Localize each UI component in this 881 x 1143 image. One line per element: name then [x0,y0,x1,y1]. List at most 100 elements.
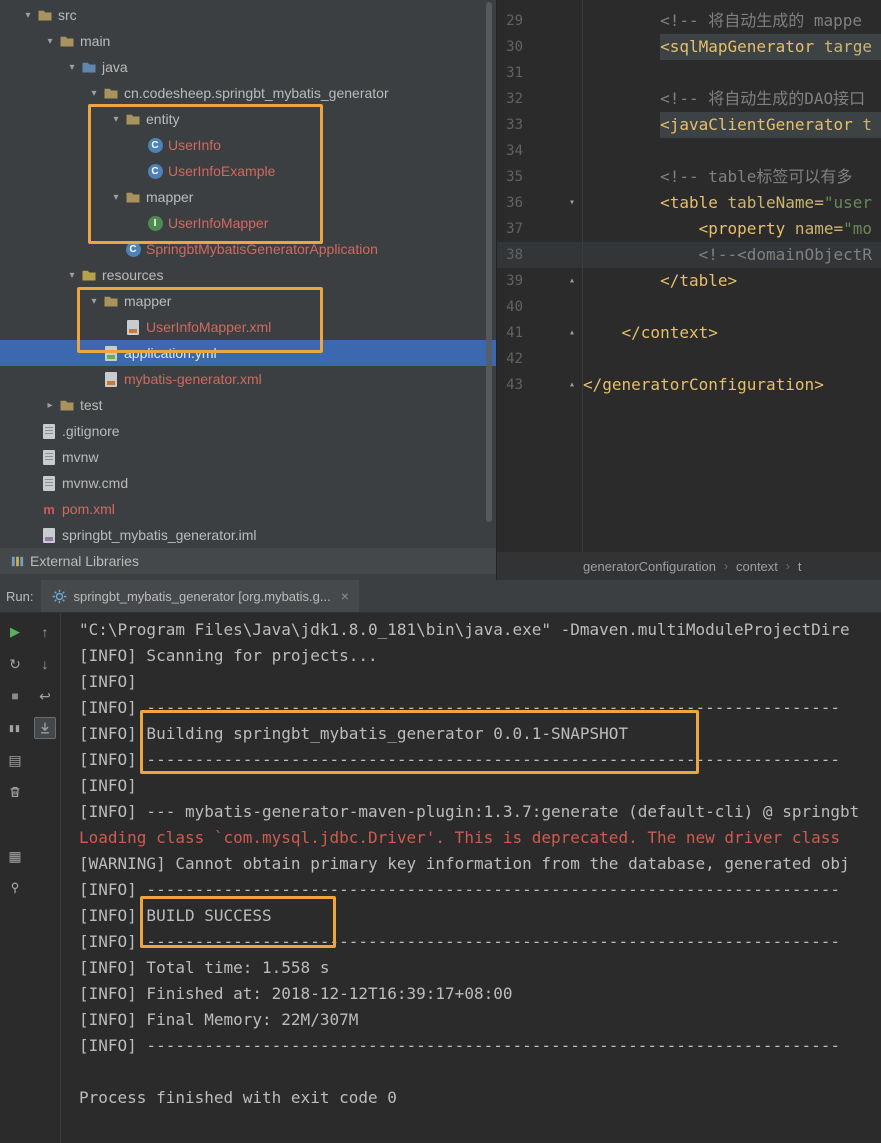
editor-line-34[interactable]: 34 [497,138,881,164]
code-text: <!-- 将自动生成的 mappe [660,8,881,34]
tree-item-userinfo[interactable]: C UserInfo [0,132,496,158]
resources-folder-icon [80,267,98,283]
tree-item-label: UserInfoExample [168,163,276,179]
console-output[interactable]: "C:\Program Files\Java\jdk1.8.0_181\bin\… [61,613,881,1143]
chevron-down-icon[interactable]: ▾ [86,88,102,99]
tree-item-userinfomapper[interactable]: I UserInfoMapper [0,210,496,236]
tree-item-label: entity [146,111,180,127]
tree-item-java[interactable]: ▾ java [0,54,496,80]
console-toolbar: ↑ ↓ ↩ [30,613,61,1143]
tree-item-resources[interactable]: ▾ resources [0,262,496,288]
chevron-down-icon[interactable]: ▾ [108,114,124,125]
editor-line-38[interactable]: 38 <!--<domainObjectR [497,242,881,268]
text-file-icon [40,423,58,439]
tree-item-gitignore[interactable]: .gitignore [0,418,496,444]
console-line-10: [WARNING] Cannot obtain primary key info… [79,854,850,873]
tree-item-mvnw-cmd[interactable]: mvnw.cmd [0,470,496,496]
tree-item-springbtmybatisgeneratorapplication[interactable]: C SpringbtMybatisGeneratorApplication [0,236,496,262]
tree-item-mapper[interactable]: ▾ mapper [0,288,496,314]
restore-layout-icon[interactable]: ▤ [4,749,26,771]
breadcrumb-item-generatorconfiguration[interactable]: generatorConfiguration [583,559,716,574]
editor-line-39[interactable]: 39 ▴ </table> [497,268,881,294]
code-token: "user [823,193,872,212]
tree-item-external-libraries[interactable]: External Libraries [0,548,496,574]
fold-gutter [523,60,583,86]
tree-item-entity[interactable]: ▾ entity [0,106,496,132]
fold-up-icon[interactable]: ▴ [523,320,583,346]
line-number: 42 [506,351,523,367]
tree-item-userinfomapper-xml[interactable]: UserInfoMapper.xml [0,314,496,340]
tree-item-pom-xml[interactable]: m pom.xml [0,496,496,522]
line-number: 31 [506,65,523,81]
chevron-down-icon[interactable]: ▾ [64,270,80,281]
chevron-down-icon[interactable]: ▾ [20,10,36,21]
class-icon: C [146,137,164,153]
console-line-5: [INFO] Building springbt_mybatis_generat… [79,724,629,743]
editor-line-32[interactable]: 32 <!-- 将自动生成的DAO接口 [497,86,881,112]
chevron-right-icon[interactable]: ▸ [42,400,58,411]
run-configuration-tab[interactable]: springbt_mybatis_generator [org.mybatis.… [41,580,359,612]
breadcrumb-item-t[interactable]: t [798,559,802,574]
tree-item-main[interactable]: ▾ main [0,28,496,54]
scroll-up-icon[interactable]: ↑ [34,621,56,643]
code-token: <!--<domainObjectR [698,245,872,264]
tree-item-userinfoexample[interactable]: C UserInfoExample [0,158,496,184]
fold-down-icon[interactable]: ▾ [523,190,583,216]
console-line-13: [INFO] ---------------------------------… [79,932,840,951]
console-line-19: Process finished with exit code 0 [79,1088,397,1107]
fold-gutter [523,346,583,372]
rerun-icon[interactable]: ↻ [4,653,26,675]
chevron-down-icon[interactable]: ▾ [64,62,80,73]
tree-item-cn-codesheep-springbt-mybatis-generator[interactable]: ▾ cn.codesheep.springbt_mybatis_generator [0,80,496,106]
layout-grid-icon[interactable]: ▦ [4,845,26,867]
yaml-file-icon [102,345,120,361]
tree-item-label: main [80,33,111,49]
editor-line-30[interactable]: 30 <sqlMapGenerator targe [497,34,881,60]
editor-line-29[interactable]: 29 <!-- 将自动生成的 mappe [497,8,881,34]
scroll-to-end-icon[interactable] [34,717,56,739]
pause-output-icon[interactable]: ▮▮ [4,717,26,739]
editor-line-31[interactable]: 31 [497,60,881,86]
console-line-1: "C:\Program Files\Java\jdk1.8.0_181\bin\… [79,620,850,639]
code-token: <sqlMapGenerator [660,37,815,56]
chevron-down-icon[interactable]: ▾ [86,296,102,307]
editor-line-33[interactable]: 33 <javaClientGenerator t [497,112,881,138]
tree-item-test[interactable]: ▸ test [0,392,496,418]
close-icon[interactable]: × [341,588,349,604]
clear-all-icon[interactable] [4,781,26,803]
fold-up-icon[interactable]: ▴ [523,372,583,398]
tree-item-mybatis-generator-xml[interactable]: mybatis-generator.xml [0,366,496,392]
editor-line-36[interactable]: 36 ▾ <table tableName="user [497,190,881,216]
tree-scrollbar[interactable] [486,2,492,522]
chevron-down-icon[interactable]: ▾ [42,36,58,47]
editor-line-37[interactable]: 37 <property name="mo [497,216,881,242]
module-file-icon [40,527,58,543]
chevron-down-icon[interactable]: ▾ [108,192,124,203]
tree-item-mvnw[interactable]: mvnw [0,444,496,470]
code-text: <javaClientGenerator t [660,112,881,138]
tree-item-label: pom.xml [62,501,115,517]
soft-wrap-icon[interactable]: ↩ [34,685,56,707]
tree-item-mapper[interactable]: ▾ mapper [0,184,496,210]
editor-pane[interactable]: 29 <!-- 将自动生成的 mappe 30 <sqlMapGenerator … [497,0,881,580]
tree-item-springbt-mybatis-generator-iml[interactable]: springbt_mybatis_generator.iml [0,522,496,548]
stop-icon[interactable]: ■ [4,685,26,707]
tree-item-src[interactable]: ▾ src [0,2,496,28]
line-number: 41 [506,325,523,341]
scroll-down-icon[interactable]: ↓ [34,653,56,675]
pin-tab-icon[interactable] [4,877,26,899]
source-folder-icon [80,59,98,75]
tree-item-application-yml[interactable]: application.yml [0,340,496,366]
editor-line-35[interactable]: 35 <!-- table标签可以有多 [497,164,881,190]
editor-line-41[interactable]: 41 ▴ </context> [497,320,881,346]
breadcrumb-item-context[interactable]: context [736,559,778,574]
fold-up-icon[interactable]: ▴ [523,268,583,294]
console-line-14: [INFO] Total time: 1.558 s [79,958,330,977]
editor-line-42[interactable]: 42 [497,346,881,372]
tree-item-label: springbt_mybatis_generator.iml [62,527,257,543]
editor-line-43[interactable]: 43 ▴ </generatorConfiguration> [497,372,881,398]
tree-item-label: SpringbtMybatisGeneratorApplication [146,241,378,257]
run-icon[interactable]: ▶ [4,621,26,643]
editor-line-40[interactable]: 40 [497,294,881,320]
